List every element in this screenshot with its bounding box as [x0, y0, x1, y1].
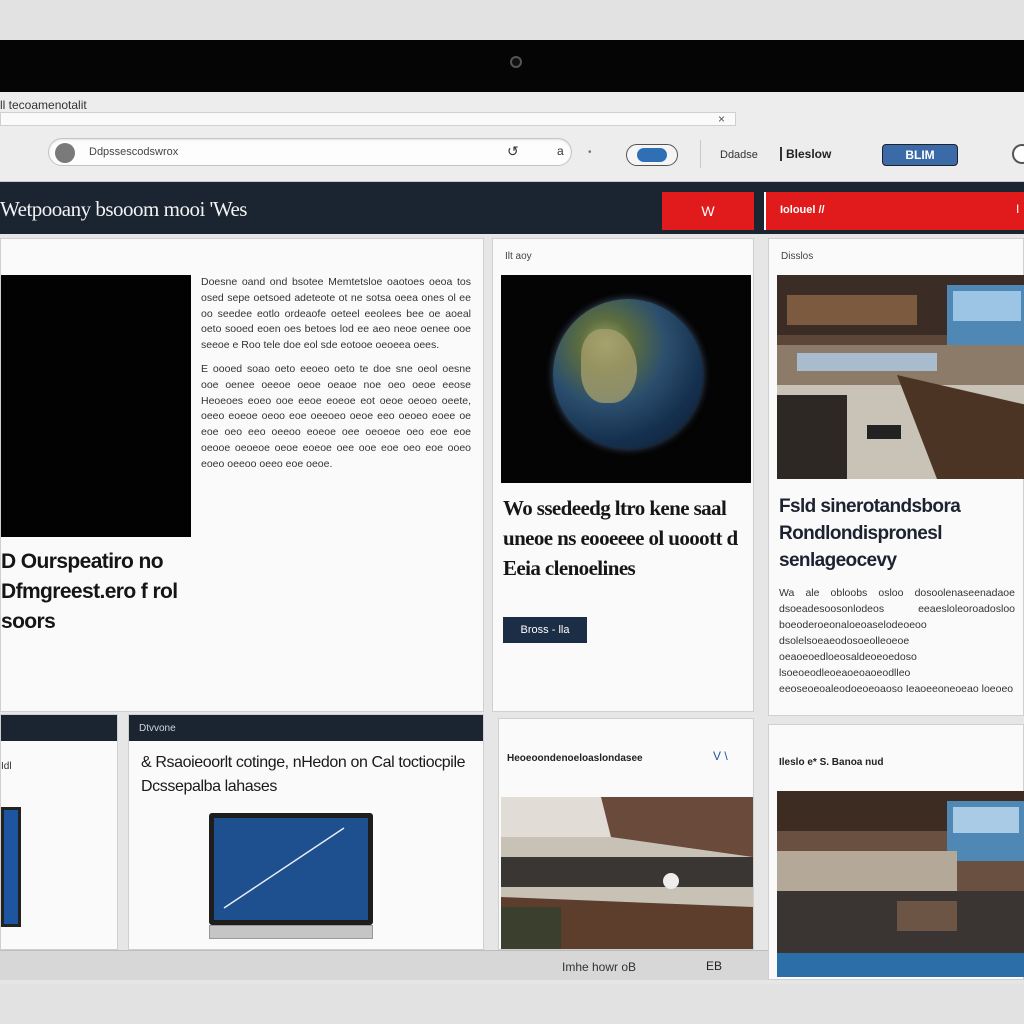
globe-icon	[55, 143, 75, 163]
bookmark-icon[interactable]: a	[557, 144, 564, 158]
toggle-switch[interactable]	[626, 144, 678, 166]
toolbar-badge-button[interactable]: BLIM	[882, 144, 958, 166]
feature-image[interactable]	[1, 275, 191, 537]
toggle-knob	[637, 148, 667, 162]
office-scene	[777, 275, 1024, 479]
webcam-icon	[510, 56, 522, 68]
profile-icon[interactable]	[1012, 144, 1024, 164]
browser-tab-title[interactable]: ll tecoamenotalit	[0, 98, 87, 112]
monitor-image[interactable]	[209, 813, 373, 925]
small-monitor-image[interactable]	[1, 807, 21, 927]
status-icon[interactable]: EB	[706, 959, 722, 973]
reload-icon[interactable]: ↺	[507, 143, 519, 160]
status-bar: Imhe howr oB EB	[0, 950, 768, 980]
feature-article-card[interactable]: D Ourspeatiro no Dfmgreest.ero f rol soo…	[0, 238, 484, 712]
office-card-label: Disslos	[781, 251, 814, 262]
url-text[interactable]: Ddpssescodswrox	[89, 146, 178, 158]
office-card-headline[interactable]: Fsld sinerotandsbora Rondlondispronesl s…	[779, 493, 1019, 574]
globe-image[interactable]	[501, 275, 751, 483]
office-article-card[interactable]: Disslos Fsld sinerotandsbora Rondlondisp…	[768, 238, 1024, 716]
tab-close-icon[interactable]: ×	[718, 112, 725, 126]
tech-article-card[interactable]: Dtvvone & Rsaoieoorlt cotinge, nHedon on…	[128, 714, 484, 950]
site-title[interactable]: Wetpooany bsooom mooi 'Wes	[0, 197, 247, 222]
browser-chrome: ll tecoamenotalit × Ddpssescodswrox ↺ a …	[0, 92, 1024, 182]
toolbar-link-2[interactable]: Bleslow	[780, 147, 831, 161]
globe-card-label: Ilt aoy	[505, 251, 532, 262]
globe-landmass	[581, 329, 637, 403]
header-red-nav-end: I	[1016, 202, 1020, 216]
header-red-nav-label: Iolouel //	[780, 204, 825, 216]
feature-body: Doesne oand ond bsotee Memtetsloe oaotoe…	[201, 275, 471, 481]
news-image[interactable]	[777, 791, 1024, 953]
browser-tab-strip[interactable]	[0, 112, 736, 126]
tech-card-header-bar: Dtvvone	[129, 715, 483, 741]
news-article-card[interactable]: Ileslo e* S. Banoa nud	[768, 724, 1024, 980]
header-red-button[interactable]: W	[662, 192, 754, 230]
news-card-blue-bar	[777, 953, 1024, 977]
hall-article-card[interactable]: Heoeoondenoeloaslondasee V \	[498, 718, 754, 950]
monitor-chart-line	[223, 827, 345, 909]
hall-image[interactable]	[501, 797, 753, 949]
globe-card-headline[interactable]: Wo ssedeedg ltro kene saal uneoe ns eooe…	[503, 493, 749, 583]
news-scene	[777, 791, 1024, 953]
content-area: D Ourspeatiro no Dfmgreest.ero f rol soo…	[0, 234, 1024, 984]
small-card-label: Idl	[1, 761, 12, 772]
office-image[interactable]	[777, 275, 1024, 479]
status-text[interactable]: Imhe howr oB	[562, 960, 636, 974]
globe-icon	[553, 299, 703, 449]
feature-headline[interactable]: D Ourspeatiro no Dfmgreest.ero f rol soo…	[1, 547, 191, 637]
site-header: Wetpooany bsooom mooi 'Wes W Iolouel // …	[0, 182, 1024, 234]
office-card-body: Wa ale obloobs osloo dosoolenaseenadaoe …	[779, 587, 1015, 695]
screen: ll tecoamenotalit × Ddpssescodswrox ↺ a …	[0, 0, 1024, 1024]
address-bar[interactable]: Ddpssescodswrox ↺ a	[48, 138, 572, 166]
toolbar-divider	[700, 140, 701, 168]
feature-paragraph-1: Doesne oand ond bsotee Memtetsloe oaotoe…	[201, 276, 471, 352]
globe-card-button[interactable]: Bross - lla	[503, 617, 587, 643]
globe-article-card[interactable]: Ilt aoy Wo ssedeedg ltro kene saal uneoe…	[492, 238, 754, 712]
header-red-nav[interactable]: Iolouel // I	[764, 192, 1024, 230]
news-card-headline[interactable]: Ileslo e* S. Banoa nud	[779, 757, 1019, 768]
tech-card-label: Dtvvone	[139, 723, 176, 734]
hall-card-headline[interactable]: Heoeoondenoeloaslondasee	[507, 753, 737, 764]
small-article-card[interactable]: Idl	[0, 714, 118, 950]
tech-card-headline[interactable]: & Rsaoieoorlt cotinge, nHedon on Cal toc…	[141, 751, 475, 799]
hall-card-mark: V \	[713, 749, 728, 763]
toolbar-link-1[interactable]: Ddadse	[720, 149, 758, 161]
tab-row: ll tecoamenotalit ×	[0, 92, 740, 132]
small-card-header-bar	[1, 715, 117, 741]
monitor-stand	[209, 925, 373, 939]
menu-dot-icon[interactable]: •	[588, 147, 592, 158]
hall-scene	[501, 797, 753, 949]
feature-paragraph-2: E oooed soao oeto eeoeo oeto te doe sne …	[201, 362, 471, 470]
